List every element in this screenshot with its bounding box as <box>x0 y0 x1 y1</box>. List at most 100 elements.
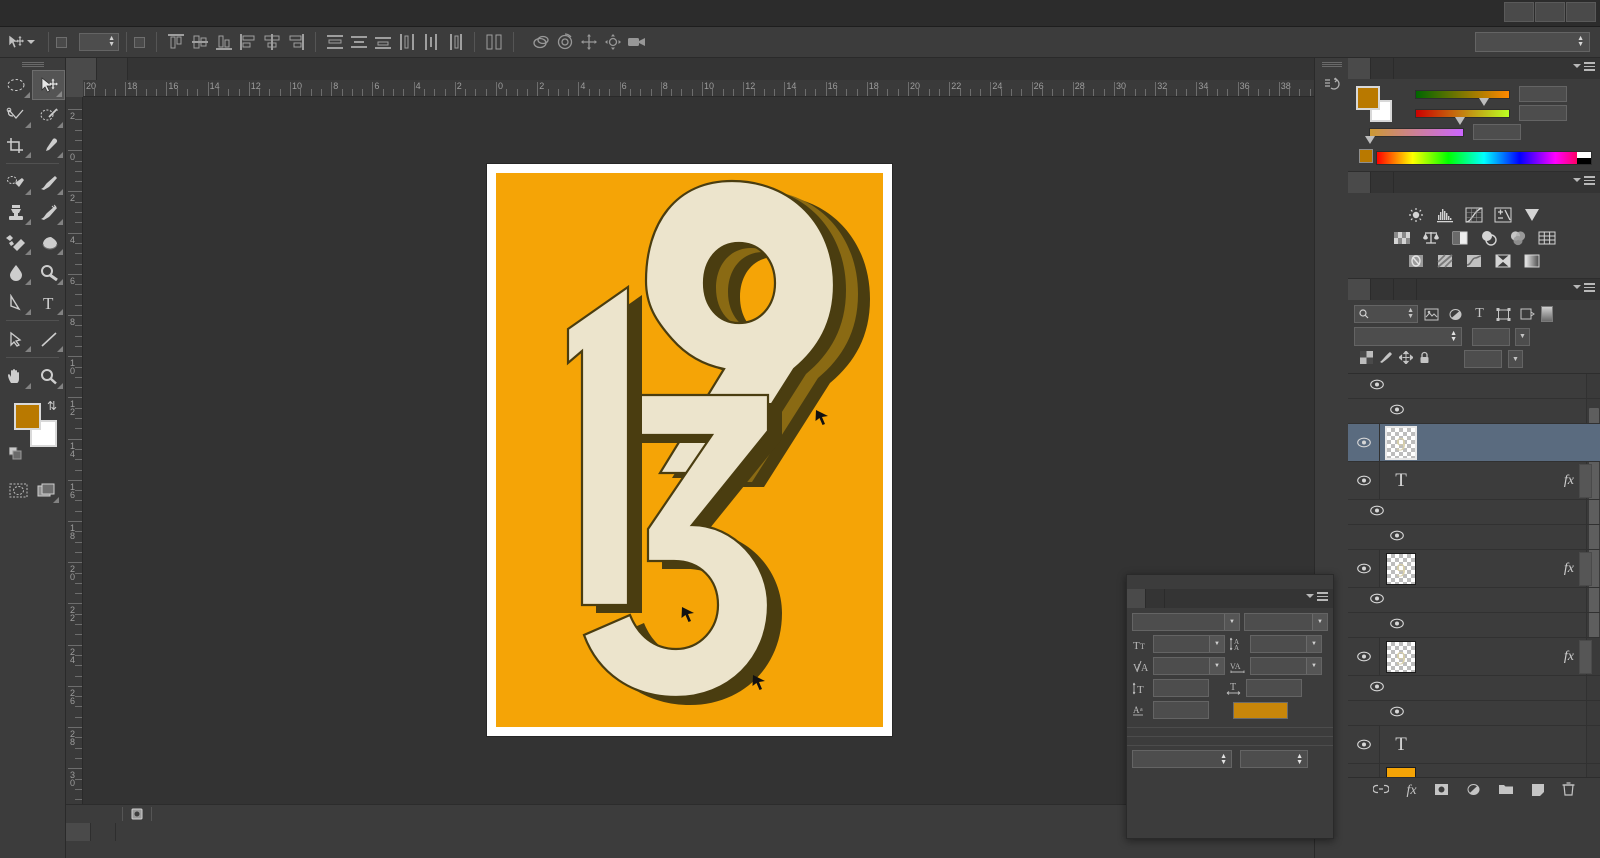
distribute-right-icon[interactable] <box>445 32 465 52</box>
panel-menu-icon[interactable] <box>1573 283 1595 292</box>
move-tool-icon[interactable] <box>5 31 27 53</box>
path-selection-tool-icon[interactable] <box>0 324 33 354</box>
layer-fx-icon[interactable]: fx <box>1564 473 1574 489</box>
dock-grip[interactable] <box>1315 58 1348 70</box>
clone-stamp-tool-icon[interactable] <box>0 197 33 227</box>
black-white-icon[interactable] <box>1449 229 1470 247</box>
panel-menu-icon[interactable] <box>1573 176 1595 185</box>
photo-filter-icon[interactable] <box>1478 229 1499 247</box>
eyedropper-tool-icon[interactable] <box>33 130 66 160</box>
3d-pan-icon[interactable] <box>577 31 601 53</box>
layer-effect-row[interactable] <box>1348 613 1600 638</box>
threshold-icon[interactable] <box>1464 252 1485 270</box>
foreground-color-swatch[interactable] <box>14 403 41 430</box>
hue-saturation-icon[interactable] <box>1391 229 1412 247</box>
tracking-field[interactable]: ▼ <box>1250 657 1322 675</box>
tab-paths[interactable] <box>1394 279 1417 300</box>
add-mask-icon[interactable] <box>1434 783 1449 799</box>
workspace-dropdown[interactable]: ▲ ▼ <box>1475 32 1590 52</box>
antialias-dropdown[interactable]: ▲ ▼ <box>1240 750 1308 768</box>
eraser-tool-icon[interactable] <box>0 227 33 257</box>
menu-item-image[interactable] <box>84 0 106 27</box>
eye-icon[interactable] <box>1390 618 1404 632</box>
slider-knob[interactable] <box>1478 97 1489 106</box>
channel-slider[interactable] <box>1415 108 1510 125</box>
spot-healing-tool-icon[interactable] <box>0 167 33 197</box>
color-spectrum-bar[interactable] <box>1376 151 1592 165</box>
link-layers-icon[interactable] <box>1372 783 1391 798</box>
fill-value[interactable] <box>1464 350 1502 368</box>
menu-item-file[interactable] <box>40 0 62 27</box>
channel-mixer-icon[interactable] <box>1507 229 1528 247</box>
channel-value[interactable] <box>1473 124 1521 140</box>
lock-image-pixels-icon[interactable] <box>1379 351 1393 367</box>
layer-effect-row[interactable] <box>1348 701 1600 726</box>
character-panel-titlebar[interactable] <box>1127 575 1333 589</box>
layer-effect-row[interactable] <box>1348 588 1600 613</box>
document-tab-geometric-poster[interactable] <box>66 58 97 80</box>
menu-item-select[interactable] <box>150 0 172 27</box>
panel-menu-icon[interactable] <box>1306 592 1328 601</box>
text-color-swatch[interactable] <box>1233 701 1288 719</box>
levels-icon[interactable] <box>1435 206 1456 224</box>
channel-slider[interactable] <box>1415 89 1510 106</box>
font-style-dropdown[interactable]: ▼ <box>1244 613 1328 631</box>
brightness-contrast-icon[interactable] <box>1406 206 1427 224</box>
menu-item-help[interactable] <box>260 0 282 27</box>
3d-slide-icon[interactable] <box>601 31 625 53</box>
font-family-dropdown[interactable]: ▼ <box>1132 613 1240 631</box>
history-panel-icon[interactable] <box>1315 70 1349 100</box>
eye-icon[interactable] <box>1370 379 1384 393</box>
menu-item-edit[interactable] <box>62 0 84 27</box>
tab-character[interactable] <box>1127 589 1146 608</box>
layer-thumbnail[interactable] <box>1386 766 1416 777</box>
close-button[interactable] <box>1566 2 1596 22</box>
layer-thumbnail[interactable]: 9 <box>1386 552 1416 585</box>
distribute-vertical-center-icon[interactable] <box>349 32 369 52</box>
restore-button[interactable] <box>1535 2 1565 22</box>
shape-filter-icon[interactable] <box>1493 305 1514 323</box>
quick-mask-icon[interactable] <box>4 475 33 505</box>
new-group-icon[interactable] <box>1498 783 1514 798</box>
selective-color-icon[interactable] <box>1493 252 1514 270</box>
layer-thumbnail[interactable]: 9 <box>1385 425 1417 460</box>
invert-icon[interactable] <box>1406 252 1427 270</box>
vertical-scale-field[interactable] <box>1153 679 1209 697</box>
leading-field[interactable]: ▼ <box>1250 635 1322 653</box>
eye-icon[interactable] <box>1370 681 1384 695</box>
layer-fx-icon[interactable]: fx <box>1564 561 1574 577</box>
default-colors-icon[interactable] <box>8 446 22 460</box>
tab-styles[interactable] <box>1371 172 1394 193</box>
layer-visibility-toggle[interactable] <box>1348 424 1380 461</box>
layer-visibility-toggle[interactable] <box>1348 462 1380 499</box>
lock-all-icon[interactable] <box>1419 351 1430 367</box>
tab-color[interactable] <box>1348 58 1371 79</box>
align-horizontal-center-icon[interactable] <box>262 32 282 52</box>
ruler-corner[interactable] <box>66 80 83 97</box>
eye-icon[interactable] <box>1390 530 1404 544</box>
marquee-tool-icon[interactable] <box>0 70 32 100</box>
eye-icon[interactable] <box>1390 706 1404 720</box>
horizontal-scale-field[interactable] <box>1246 679 1302 697</box>
menu-item-type[interactable] <box>128 0 150 27</box>
filter-toggle-switch[interactable] <box>1541 306 1553 322</box>
hand-tool-icon[interactable] <box>0 361 33 391</box>
blur-tool-icon[interactable] <box>0 257 33 287</box>
curves-icon[interactable] <box>1464 206 1485 224</box>
layer-effect-row[interactable] <box>1348 399 1600 424</box>
layer-visibility-toggle[interactable] <box>1348 726 1380 763</box>
opacity-stepper[interactable]: ▼ <box>1515 327 1530 346</box>
pen-tool-icon[interactable] <box>0 287 33 317</box>
align-right-icon[interactable] <box>286 32 306 52</box>
3d-camera-icon[interactable] <box>625 31 649 53</box>
screen-mode-icon[interactable] <box>33 475 62 505</box>
color-foreground-swatch[interactable] <box>1356 86 1380 110</box>
layer-visibility-toggle[interactable] <box>1348 638 1380 675</box>
distribute-left-icon[interactable] <box>397 32 417 52</box>
layer-filter-kind-dropdown[interactable]: ▲ ▼ <box>1354 305 1418 323</box>
slider-knob[interactable] <box>1454 116 1465 125</box>
tab-timeline[interactable] <box>91 823 116 841</box>
layer-row[interactable]: 9 <box>1348 424 1600 462</box>
brush-tool-icon[interactable] <box>33 167 66 197</box>
lasso-tool-icon[interactable] <box>0 100 33 130</box>
